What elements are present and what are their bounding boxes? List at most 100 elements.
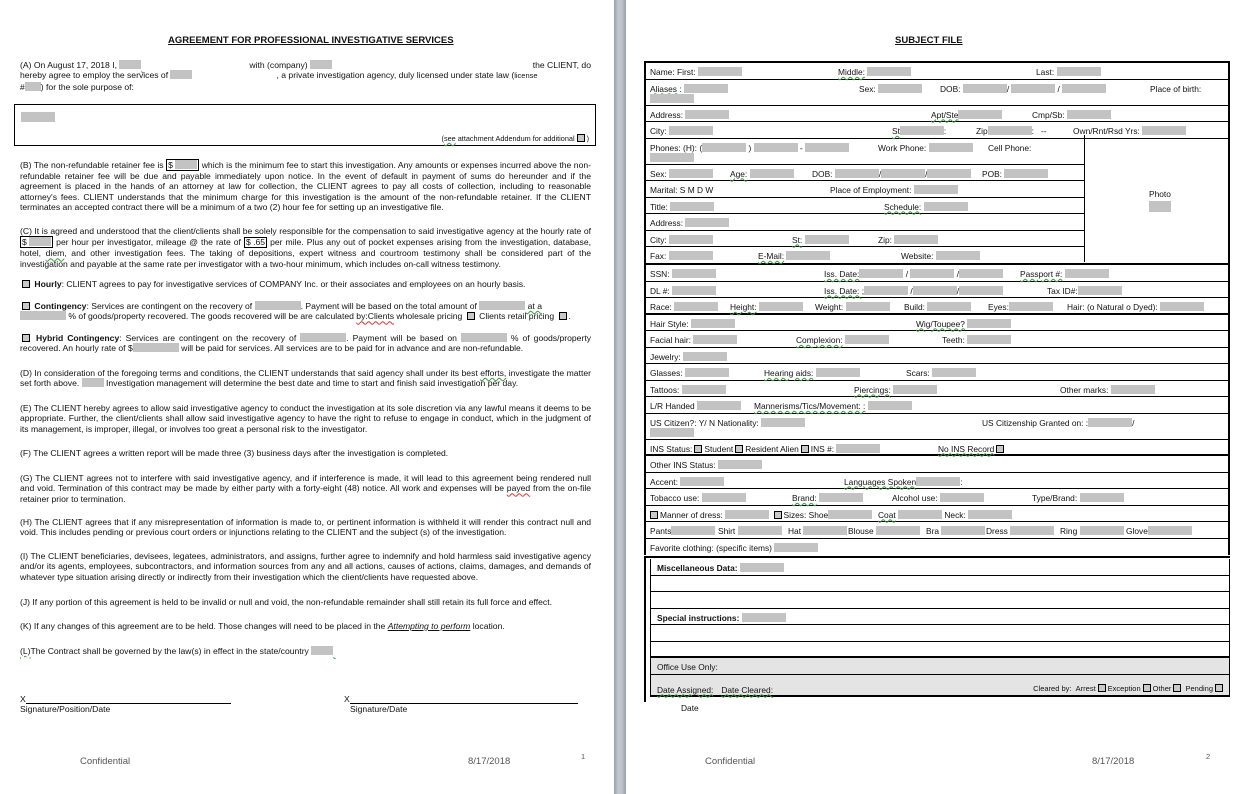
apt-field[interactable] [958,109,1003,119]
manner-dress-checkbox[interactable] [650,510,658,519]
ins-status-checkbox[interactable] [694,444,703,453]
citizenship-date-field[interactable] [1088,417,1133,427]
dob-year-field[interactable] [1062,83,1107,93]
email-field[interactable] [786,251,831,260]
ins-number-field[interactable] [836,443,881,453]
alcohol-field[interactable] [939,493,984,502]
work-state-field[interactable] [804,234,849,244]
job-title-field[interactable] [670,201,715,211]
other-marks-field[interactable] [1110,384,1155,394]
piercings-field[interactable] [893,384,938,394]
wig-field[interactable] [967,318,1012,328]
other-checkbox[interactable] [1173,683,1182,692]
hair-style-field[interactable] [690,318,735,328]
blouse-field[interactable] [875,526,920,535]
favorite-clothing-field[interactable] [774,542,819,552]
middle-name-field[interactable] [867,67,912,76]
type-brand-field[interactable] [1079,493,1124,502]
address-field[interactable] [685,109,730,119]
hybrid-recovery-field[interactable] [300,333,347,342]
handed-field[interactable] [697,401,742,410]
other-ins-field[interactable] [717,460,762,469]
misc-line[interactable] [651,576,1229,592]
dl-iss-month-field[interactable] [864,285,909,295]
ring-field[interactable] [1079,526,1124,535]
special-instructions-field[interactable] [741,612,786,622]
dress-field[interactable] [1010,526,1055,535]
pants-field[interactable] [671,526,716,535]
ssn-iss-year-field[interactable] [959,269,1004,278]
height-field[interactable] [758,302,803,311]
work-address-field[interactable] [685,218,730,227]
purpose-box[interactable]: (see attachment Addendum for additional) [14,104,596,146]
tattoos-field[interactable] [681,384,726,394]
aliases-field[interactable] [683,83,728,93]
phone-line-field[interactable] [805,142,850,152]
hair-field[interactable] [1160,302,1205,311]
bra-field[interactable] [941,526,986,535]
phone-prefix-field[interactable] [753,142,798,152]
agency-field[interactable] [170,70,193,80]
brand-field[interactable] [819,493,864,502]
dl-iss-day-field[interactable] [912,285,957,295]
contingency-recovery-field[interactable] [254,301,301,310]
dob-month-field[interactable] [962,83,1007,93]
license-number-field[interactable] [24,81,41,91]
coat-field[interactable] [898,509,943,519]
first-name-field[interactable] [697,67,742,76]
neck-field[interactable] [968,509,1013,519]
glasses-field[interactable] [684,368,729,377]
dob2-year-field[interactable] [927,168,972,178]
tobacco-field[interactable] [701,493,746,502]
special-line[interactable] [651,642,1229,658]
misc-line[interactable] [651,592,1229,609]
cmp-field[interactable] [1066,109,1111,119]
languages-field[interactable] [916,476,961,486]
hourly-checkbox[interactable] [22,280,30,288]
work-city-field[interactable] [669,234,714,244]
years-field[interactable] [1142,126,1187,135]
pob-field[interactable] [1004,168,1049,178]
state-country-field[interactable] [311,646,334,655]
city-field[interactable] [669,126,714,135]
start-field[interactable] [81,378,104,388]
contingency-checkbox[interactable] [22,302,30,310]
teeth-field[interactable] [967,335,1012,344]
nationality-field[interactable] [761,417,806,427]
exception-checkbox[interactable] [1142,683,1151,692]
facial-hair-field[interactable] [693,335,738,344]
schedule-field[interactable] [923,201,968,211]
photo-box[interactable]: Photo [1084,135,1230,262]
dl-iss-year-field[interactable] [959,285,1004,295]
passport-field[interactable] [1064,269,1109,278]
addendum-checkbox[interactable] [576,134,585,142]
wholesale-checkbox[interactable] [466,312,475,321]
contingency-percent-field[interactable] [20,311,66,321]
client-name-field[interactable] [119,60,142,69]
jewelry-field[interactable] [683,351,728,361]
hybrid-percent-field[interactable] [460,333,507,342]
hat-field[interactable] [803,526,848,535]
age-field[interactable] [749,168,794,178]
ssn-iss-month-field[interactable] [859,269,904,278]
dob2-day-field[interactable] [881,168,926,178]
manner-dress-field[interactable] [725,509,770,519]
dob2-field[interactable] [834,168,879,178]
hourly-rate-field[interactable]: $ [20,236,54,249]
retail-checkbox[interactable] [558,312,567,321]
website-field[interactable] [935,251,980,260]
employment-field[interactable] [913,185,958,194]
shirt-field[interactable] [737,526,782,535]
attempting-to-perform-link[interactable]: Attempting to perform [388,621,471,631]
photo-field[interactable] [1149,201,1171,212]
student-checkbox[interactable] [735,444,744,453]
shoe-field[interactable] [828,509,873,519]
no-ins-record-checkbox[interactable] [996,444,1005,453]
misc-data-field[interactable] [739,563,784,572]
glove-field[interactable] [1147,526,1192,535]
fax-field[interactable] [668,251,713,260]
state-field[interactable] [899,126,944,135]
arrest-checkbox[interactable] [1097,683,1106,692]
special-line[interactable] [651,625,1229,642]
weight-field[interactable] [845,302,890,311]
